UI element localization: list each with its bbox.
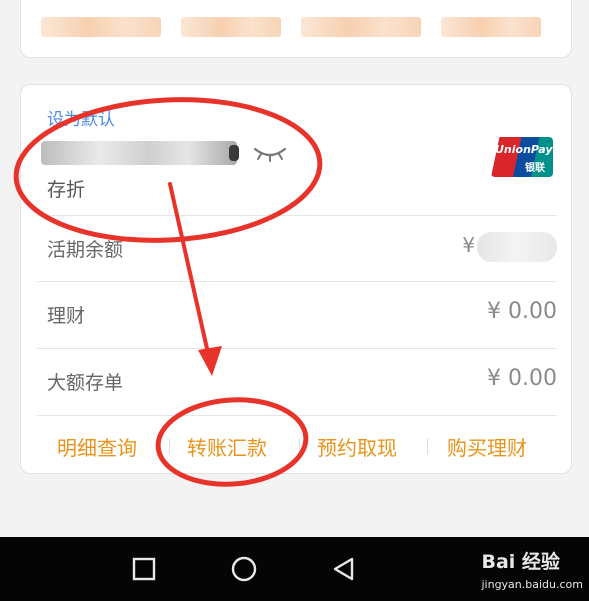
unionpay-logo-text: UnionPay [495, 143, 553, 156]
blurred-item [301, 17, 421, 37]
divider [427, 438, 428, 454]
top-card [20, 0, 572, 58]
set-default-link[interactable]: 设为默认 [47, 105, 115, 130]
back-triangle-icon[interactable] [328, 553, 360, 585]
system-nav-bar: Bai 经验 jingyan.baidu.com [0, 537, 589, 601]
withdraw-button[interactable]: 预约取现 [317, 432, 397, 461]
recents-square-icon[interactable] [128, 553, 160, 585]
transfer-button[interactable]: 转账汇款 [187, 432, 267, 461]
account-type: 存折 [47, 179, 86, 201]
wealth-value: ¥ 0.00 [487, 299, 557, 324]
deposit-row[interactable]: 大额存单 ¥ 0.00 [37, 348, 557, 414]
wealth-label: 理财 [47, 305, 86, 327]
baidu-jingyan-watermark: Bai 经验 jingyan.baidu.com [481, 547, 583, 591]
divider [169, 438, 170, 454]
account-number-masked-end [229, 145, 239, 161]
deposit-label: 大额存单 [47, 372, 124, 394]
blurred-item [41, 17, 161, 37]
account-card: 设为默认 存折 UnionPay 银联 活期余额 ¥ 理财 ¥ 0.00 大额存… [20, 84, 572, 474]
wealth-row[interactable]: 理财 ¥ 0.00 [37, 281, 557, 347]
action-bar: 明细查询 转账汇款 预约取现 购买理财 [37, 415, 557, 473]
deposit-value: ¥ 0.00 [487, 366, 557, 391]
divider [299, 438, 300, 454]
blurred-item [441, 17, 541, 37]
watermark-logo: Bai 经验 [481, 551, 560, 573]
balance-currency: ¥ [462, 233, 475, 257]
balance-label: 活期余额 [47, 239, 124, 261]
buy-wealth-button[interactable]: 购买理财 [447, 432, 527, 461]
blurred-item [181, 17, 281, 37]
home-circle-icon[interactable] [228, 553, 260, 585]
balance-row: 活期余额 ¥ [37, 215, 557, 281]
balance-value-masked [477, 232, 557, 262]
eye-closed-icon[interactable] [253, 145, 287, 163]
unionpay-logo: UnionPay 银联 [491, 137, 553, 177]
unionpay-logo-text-cn: 银联 [525, 163, 545, 174]
account-number-masked [41, 141, 237, 165]
detail-query-button[interactable]: 明细查询 [57, 432, 137, 461]
watermark-url: jingyan.baidu.com [481, 578, 583, 591]
